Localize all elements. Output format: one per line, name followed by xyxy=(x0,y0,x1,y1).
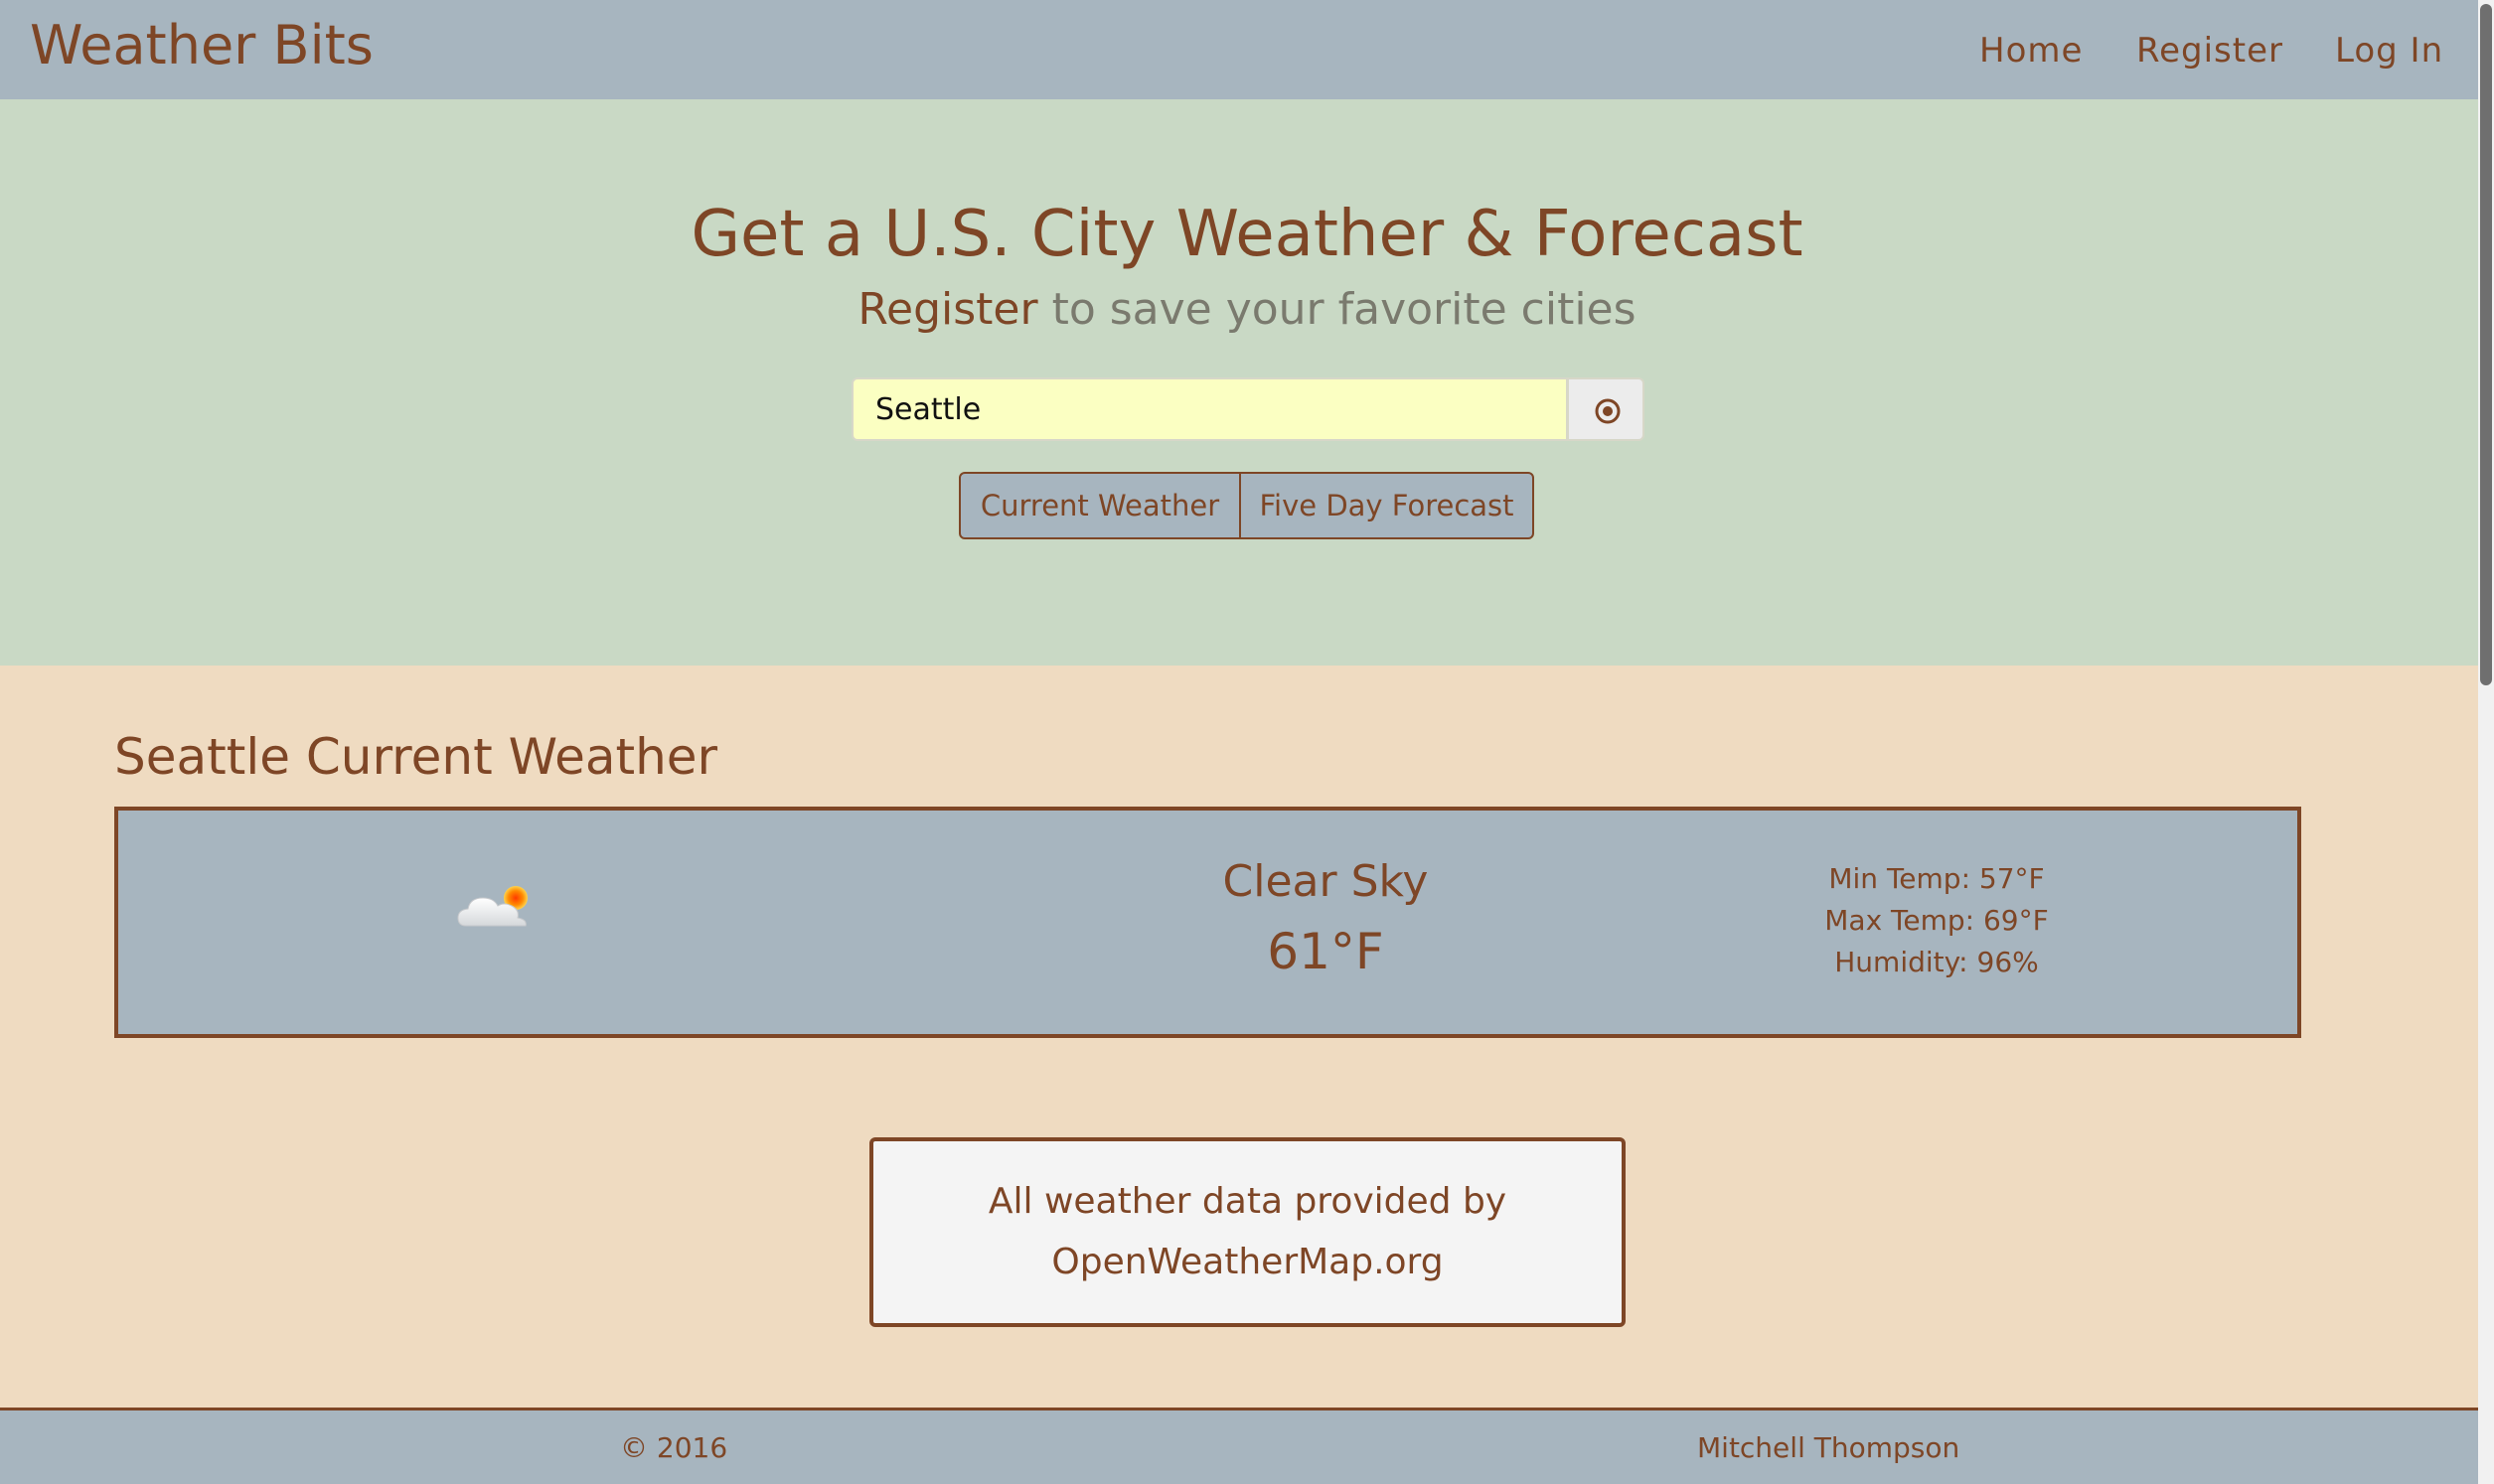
credit-line: All weather data provided by xyxy=(988,1181,1507,1222)
humidity: Humidity: 96% xyxy=(1834,946,2039,978)
weather-mode-button-group: Current Weather Five Day Forecast xyxy=(959,472,1534,539)
current-weather-button[interactable]: Current Weather xyxy=(961,474,1241,537)
current-weather-heading: Seattle Current Weather xyxy=(114,728,718,786)
footer: © 2016 Mitchell Thompson xyxy=(0,1408,2478,1484)
five-day-forecast-button[interactable]: Five Day Forecast xyxy=(1241,474,1532,537)
nav-home-link[interactable]: Home xyxy=(1979,30,2083,72)
locate-button[interactable] xyxy=(1567,377,1644,441)
openweathermap-link[interactable]: OpenWeatherMap.org xyxy=(873,1232,1622,1292)
scrollbar-thumb[interactable] xyxy=(2480,4,2492,685)
locate-target-icon xyxy=(1595,398,1621,424)
nav-login-link[interactable]: Log In xyxy=(2335,30,2443,72)
brand-logo[interactable]: Weather Bits xyxy=(30,14,374,77)
min-temp: Min Temp: 57°F xyxy=(1828,862,2045,895)
register-inline-link[interactable]: Register xyxy=(857,284,1037,335)
weather-description: Clear Sky xyxy=(1222,856,1429,907)
max-temp: Max Temp: 69°F xyxy=(1824,904,2049,937)
subtitle-text: to save your favorite cities xyxy=(1037,284,1637,335)
current-weather-card: Clear Sky 61°F Min Temp: 57°F Max Temp: … xyxy=(114,807,2301,1038)
hero-subtitle: Register to save your favorite cities xyxy=(0,282,2494,338)
current-temperature: 61°F xyxy=(1267,923,1384,980)
footer-author: Mitchell Thompson xyxy=(1697,1431,1960,1464)
cloud-with-sun-icon xyxy=(457,886,528,927)
footer-copyright: © 2016 xyxy=(620,1431,728,1464)
navbar: Weather Bits Home Register Log In xyxy=(0,0,2478,99)
city-search-input[interactable] xyxy=(852,377,1568,441)
hero-title: Get a U.S. City Weather & Forecast xyxy=(691,198,1803,271)
nav-register-link[interactable]: Register xyxy=(2136,30,2283,72)
data-credit-box: All weather data provided by OpenWeather… xyxy=(869,1137,1626,1327)
hero-section: Get a U.S. City Weather & Forecast Regis… xyxy=(0,99,2478,666)
weather-stats: Min Temp: 57°F Max Temp: 69°F Humidity: … xyxy=(1708,858,2165,983)
